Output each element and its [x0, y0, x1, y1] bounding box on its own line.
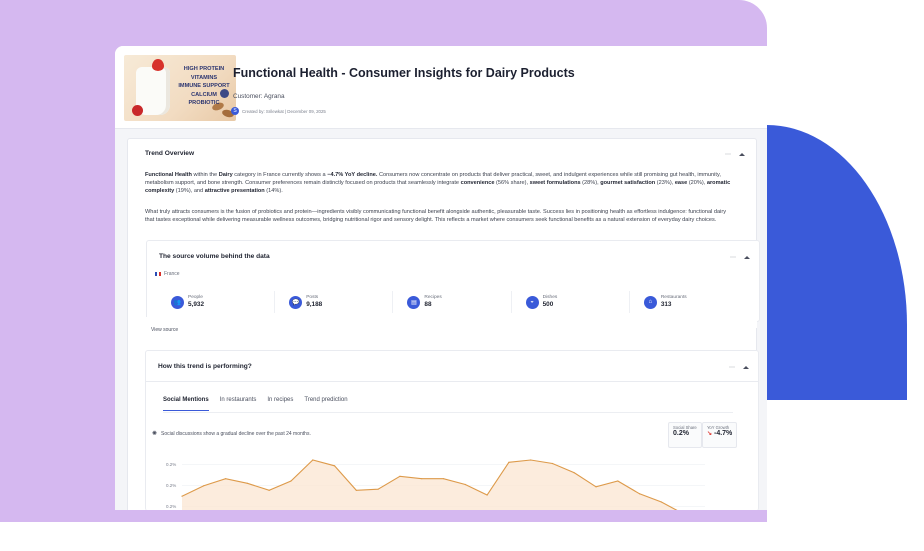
- background-blue-shape: [767, 125, 907, 400]
- y-tick-label: 0.2%: [166, 462, 176, 467]
- background-bottom: [0, 522, 924, 551]
- data-point[interactable]: [530, 459, 532, 461]
- data-point[interactable]: [355, 489, 357, 491]
- data-point[interactable]: [660, 501, 663, 503]
- report-window: HIGH PROTEIN VITAMINS IMMUNE SUPPORT CAL…: [115, 46, 767, 510]
- social-mentions-chart: 0.2% 0.2% 0.2%: [166, 459, 705, 510]
- data-point[interactable]: [333, 465, 336, 467]
- y-tick-label: 0.2%: [166, 504, 176, 509]
- data-point[interactable]: [203, 485, 205, 487]
- data-point[interactable]: [595, 486, 597, 488]
- data-point[interactable]: [399, 475, 401, 477]
- data-point[interactable]: [617, 480, 619, 482]
- data-point[interactable]: [508, 461, 510, 463]
- data-point[interactable]: [464, 483, 466, 486]
- data-point[interactable]: [442, 478, 445, 480]
- data-point[interactable]: [290, 480, 292, 482]
- y-tick-label: 0.2%: [166, 483, 176, 488]
- data-point[interactable]: [377, 488, 379, 490]
- data-point[interactable]: [246, 482, 248, 484]
- data-point[interactable]: [639, 493, 641, 495]
- data-point[interactable]: [268, 489, 270, 491]
- data-point[interactable]: [181, 495, 183, 497]
- series-area: [182, 460, 677, 510]
- data-point[interactable]: [421, 478, 423, 480]
- data-point[interactable]: [486, 494, 488, 496]
- data-point[interactable]: [312, 459, 314, 461]
- data-point[interactable]: [224, 478, 227, 480]
- data-point[interactable]: [573, 472, 575, 474]
- data-point[interactable]: [551, 462, 554, 465]
